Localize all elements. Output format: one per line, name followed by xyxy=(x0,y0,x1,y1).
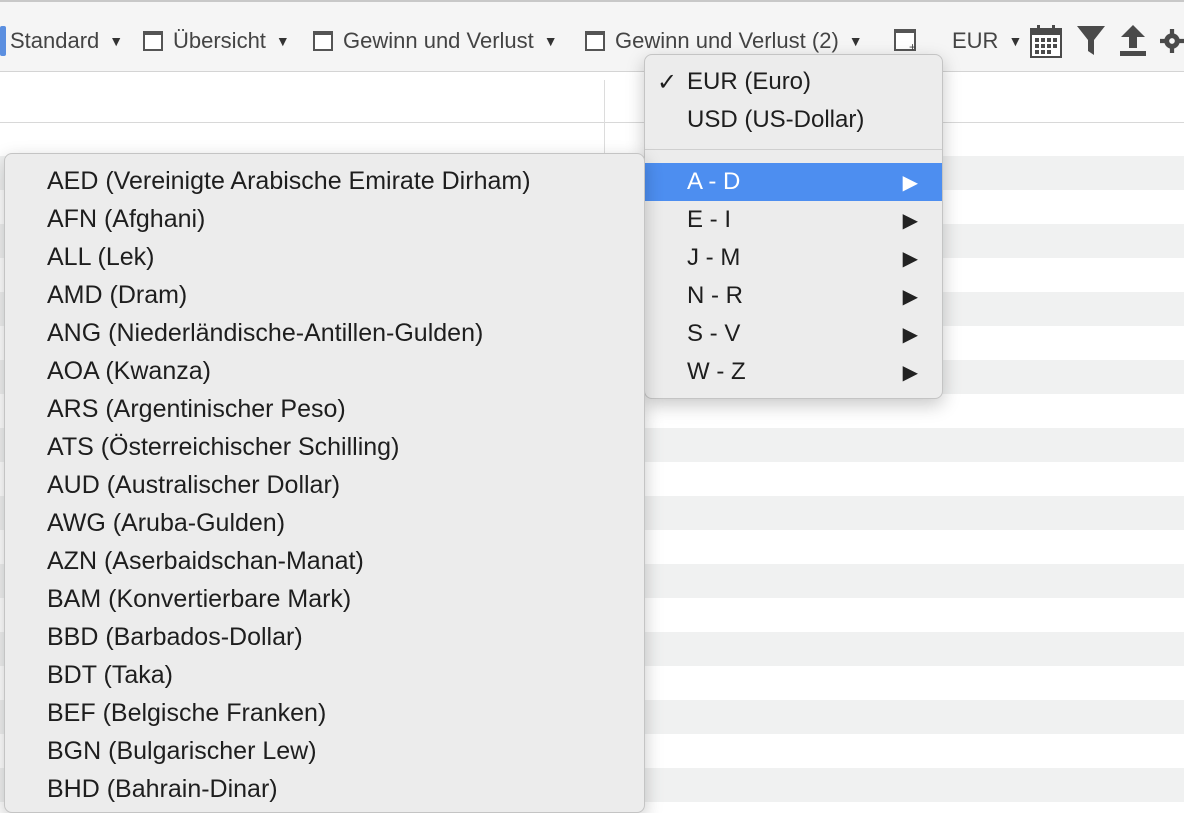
submenu-arrow-icon: ▶ xyxy=(902,285,918,308)
view-selector-gewinn-verlust-2[interactable]: Gewinn und Verlust (2) ▼ xyxy=(585,24,863,58)
calendar-icon[interactable] xyxy=(1030,24,1062,58)
currency-option-bdt[interactable]: BDT (Taka) xyxy=(5,656,644,694)
view-label: Gewinn und Verlust (2) xyxy=(615,28,839,53)
currency-item-usd[interactable]: USD (US-Dollar) xyxy=(645,101,942,139)
currency-option-aoa[interactable]: AOA (Kwanza) xyxy=(5,352,644,390)
menu-item-label: N - R xyxy=(687,282,743,309)
menu-item-label: USD (US-Dollar) xyxy=(687,106,865,133)
currency-group-j-m[interactable]: J - M ▶ xyxy=(645,239,942,277)
view-selector-gewinn-verlust[interactable]: Gewinn und Verlust ▼ xyxy=(313,24,558,58)
menu-item-label: ANG (Niederländische-Antillen-Gulden) xyxy=(47,318,484,347)
currency-group-e-i[interactable]: E - I ▶ xyxy=(645,201,942,239)
chevron-down-icon: ▼ xyxy=(275,33,290,49)
menu-item-label: AFN (Afghani) xyxy=(47,204,206,233)
selected-view-marker xyxy=(0,26,6,56)
menu-item-label: ATS (Österreichischer Schilling) xyxy=(47,432,400,461)
checkmark-icon: ✓ xyxy=(657,68,678,96)
view-label: Übersicht xyxy=(173,28,266,53)
menu-item-label: AUD (Australischer Dollar) xyxy=(47,470,341,499)
currency-submenu-a-d: AED (Vereinigte Arabische Emirate Dirham… xyxy=(4,153,645,813)
menu-item-label: BHD (Bahrain-Dinar) xyxy=(47,774,278,803)
toolbar: Standard ▼ Übersicht ▼ Gewinn und Verlus… xyxy=(0,0,1184,72)
menu-item-label: AMD (Dram) xyxy=(47,280,188,309)
currency-group-w-z[interactable]: W - Z ▶ xyxy=(645,353,942,391)
currency-option-bhd[interactable]: BHD (Bahrain-Dinar) xyxy=(5,770,644,808)
menu-item-label: J - M xyxy=(687,244,741,271)
menu-item-label: BGN (Bulgarischer Lew) xyxy=(47,736,317,765)
chevron-down-icon: ▼ xyxy=(1008,33,1023,49)
menu-item-label: ALL (Lek) xyxy=(47,242,155,271)
menu-item-label: AOA (Kwanza) xyxy=(47,356,211,385)
currency-option-bef[interactable]: BEF (Belgische Franken) xyxy=(5,694,644,732)
currency-option-bam[interactable]: BAM (Konvertierbare Mark) xyxy=(5,580,644,618)
menu-item-label: EUR (Euro) xyxy=(687,68,812,95)
currency-option-afn[interactable]: AFN (Afghani) xyxy=(5,200,644,238)
menu-item-label: W - Z xyxy=(687,358,746,385)
currency-option-azn[interactable]: AZN (Aserbaidschan-Manat) xyxy=(5,542,644,580)
menu-item-label: AWG (Aruba-Gulden) xyxy=(47,508,286,537)
menu-item-label: S - V xyxy=(687,320,741,347)
currency-option-amd[interactable]: AMD (Dram) xyxy=(5,276,644,314)
submenu-arrow-icon: ▶ xyxy=(902,323,918,346)
view-window-icon xyxy=(585,31,605,51)
view-label: Standard xyxy=(10,28,100,53)
submenu-arrow-icon: ▶ xyxy=(902,247,918,270)
table-header xyxy=(0,74,1184,123)
filter-icon[interactable] xyxy=(1076,24,1106,58)
menu-item-label: AED (Vereinigte Arabische Emirate Dirham… xyxy=(47,166,531,195)
view-label: Gewinn und Verlust xyxy=(343,28,534,53)
currency-option-ats[interactable]: ATS (Österreichischer Schilling) xyxy=(5,428,644,466)
currency-group-a-d[interactable]: A - D ▶ xyxy=(645,163,942,201)
currency-option-bbd[interactable]: BBD (Barbados-Dollar) xyxy=(5,618,644,656)
view-selector-standard[interactable]: Standard ▼ xyxy=(0,24,123,58)
submenu-arrow-icon: ▶ xyxy=(902,361,918,384)
settings-icon[interactable] xyxy=(1160,24,1184,58)
currency-menu: ✓ EUR (Euro) USD (US-Dollar) A - D ▶ E -… xyxy=(644,54,943,399)
currency-option-bgn[interactable]: BGN (Bulgarischer Lew) xyxy=(5,732,644,770)
submenu-arrow-icon: ▶ xyxy=(902,209,918,232)
chevron-down-icon: ▼ xyxy=(848,33,863,49)
currency-selector[interactable]: EUR ▼ xyxy=(952,24,1022,58)
chevron-down-icon: ▼ xyxy=(543,33,558,49)
view-window-icon xyxy=(313,31,333,51)
view-window-icon xyxy=(143,31,163,51)
currency-option-ang[interactable]: ANG (Niederländische-Antillen-Gulden) xyxy=(5,314,644,352)
currency-group-n-r[interactable]: N - R ▶ xyxy=(645,277,942,315)
currency-option-aud[interactable]: AUD (Australischer Dollar) xyxy=(5,466,644,504)
currency-option-ars[interactable]: ARS (Argentinischer Peso) xyxy=(5,390,644,428)
new-view-icon[interactable]: + xyxy=(894,29,916,53)
export-icon[interactable] xyxy=(1118,24,1148,58)
menu-item-label: BAM (Konvertierbare Mark) xyxy=(47,584,352,613)
menu-item-label: E - I xyxy=(687,206,732,233)
submenu-arrow-icon: ▶ xyxy=(902,171,918,194)
menu-item-label: AZN (Aserbaidschan-Manat) xyxy=(47,546,364,575)
view-selector-uebersicht[interactable]: Übersicht ▼ xyxy=(143,24,290,58)
currency-option-aed[interactable]: AED (Vereinigte Arabische Emirate Dirham… xyxy=(5,162,644,200)
menu-item-label: BDT (Taka) xyxy=(47,660,173,689)
currency-item-eur[interactable]: ✓ EUR (Euro) xyxy=(645,63,942,101)
currency-option-all[interactable]: ALL (Lek) xyxy=(5,238,644,276)
menu-separator xyxy=(645,149,942,150)
menu-item-label: BEF (Belgische Franken) xyxy=(47,698,327,727)
menu-item-label: ARS (Argentinischer Peso) xyxy=(47,394,346,423)
currency-label: EUR xyxy=(952,28,999,53)
menu-item-label: A - D xyxy=(687,168,741,195)
chevron-down-icon: ▼ xyxy=(109,33,124,49)
menu-item-label: BBD (Barbados-Dollar) xyxy=(47,622,303,651)
currency-option-awg[interactable]: AWG (Aruba-Gulden) xyxy=(5,504,644,542)
currency-group-s-v[interactable]: S - V ▶ xyxy=(645,315,942,353)
